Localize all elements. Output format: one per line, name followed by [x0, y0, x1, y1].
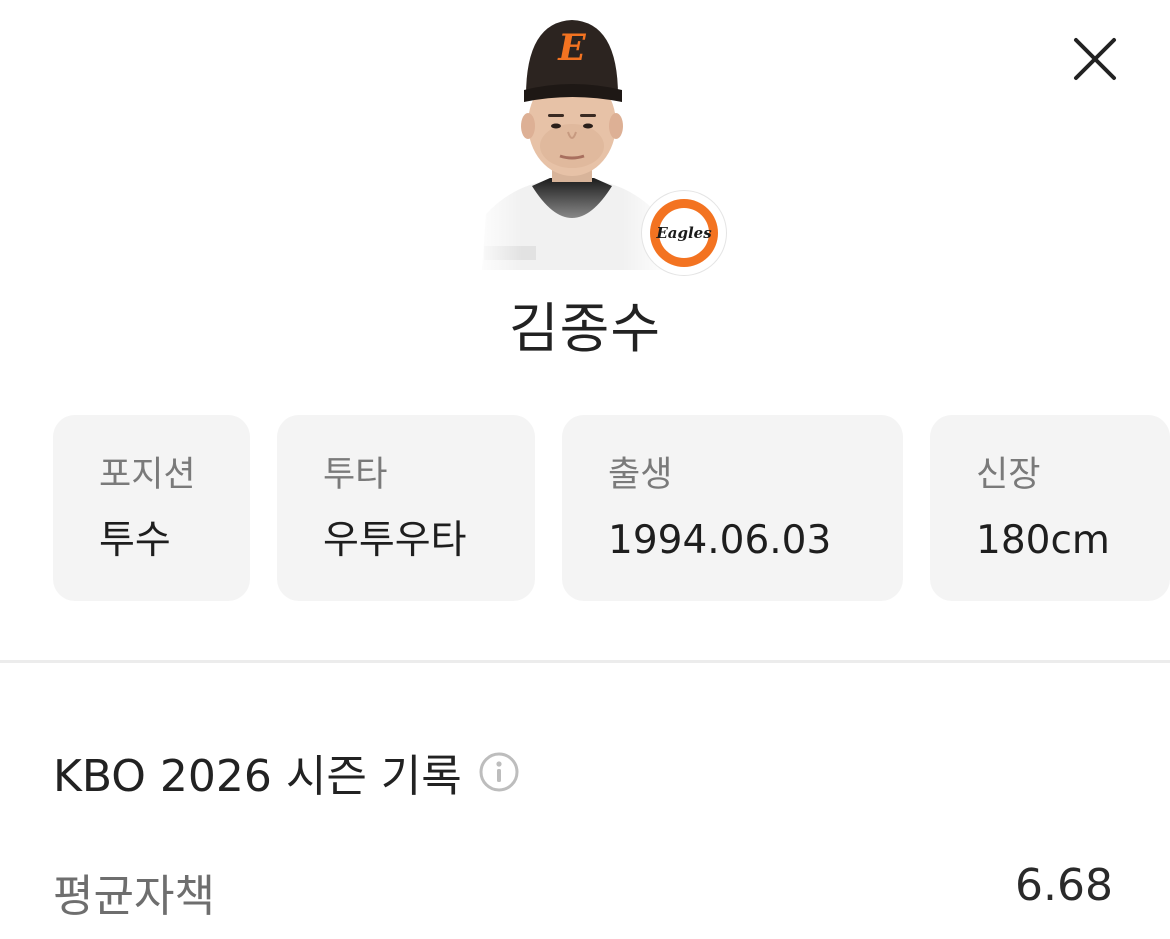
- close-icon: [1074, 38, 1116, 80]
- card-label: 포지션: [99, 455, 196, 495]
- profile-card-birth: 출생 1994.06.03: [562, 415, 903, 601]
- card-label: 출생: [608, 455, 673, 495]
- stat-label: 평균자책: [53, 871, 215, 922]
- profile-card-bats-throws: 투타 우투우타: [277, 415, 535, 601]
- stat-row-era: 평균자책 6.68: [53, 860, 1113, 922]
- card-value: 투수: [99, 518, 171, 563]
- stat-value: 6.68: [1015, 860, 1113, 911]
- section-divider: [0, 660, 1170, 663]
- season-section-title: KBO 2026 시즌 기록: [53, 740, 520, 804]
- info-icon[interactable]: [478, 751, 520, 793]
- profile-card-height: 신장 180cm: [930, 415, 1170, 601]
- season-title-text: KBO 2026 시즌 기록: [53, 751, 462, 802]
- card-label: 신장: [976, 455, 1041, 495]
- team-logo: Eagles: [642, 191, 726, 275]
- card-value: 우투우타: [323, 518, 467, 563]
- card-value: 180cm: [976, 518, 1110, 563]
- close-button[interactable]: [1068, 32, 1122, 86]
- card-label: 투타: [323, 455, 388, 495]
- card-value: 1994.06.03: [608, 518, 832, 563]
- profile-card-position: 포지션 투수: [53, 415, 250, 601]
- svg-text:Eagles: Eagles: [655, 224, 712, 242]
- player-name: 김종수: [508, 297, 662, 360]
